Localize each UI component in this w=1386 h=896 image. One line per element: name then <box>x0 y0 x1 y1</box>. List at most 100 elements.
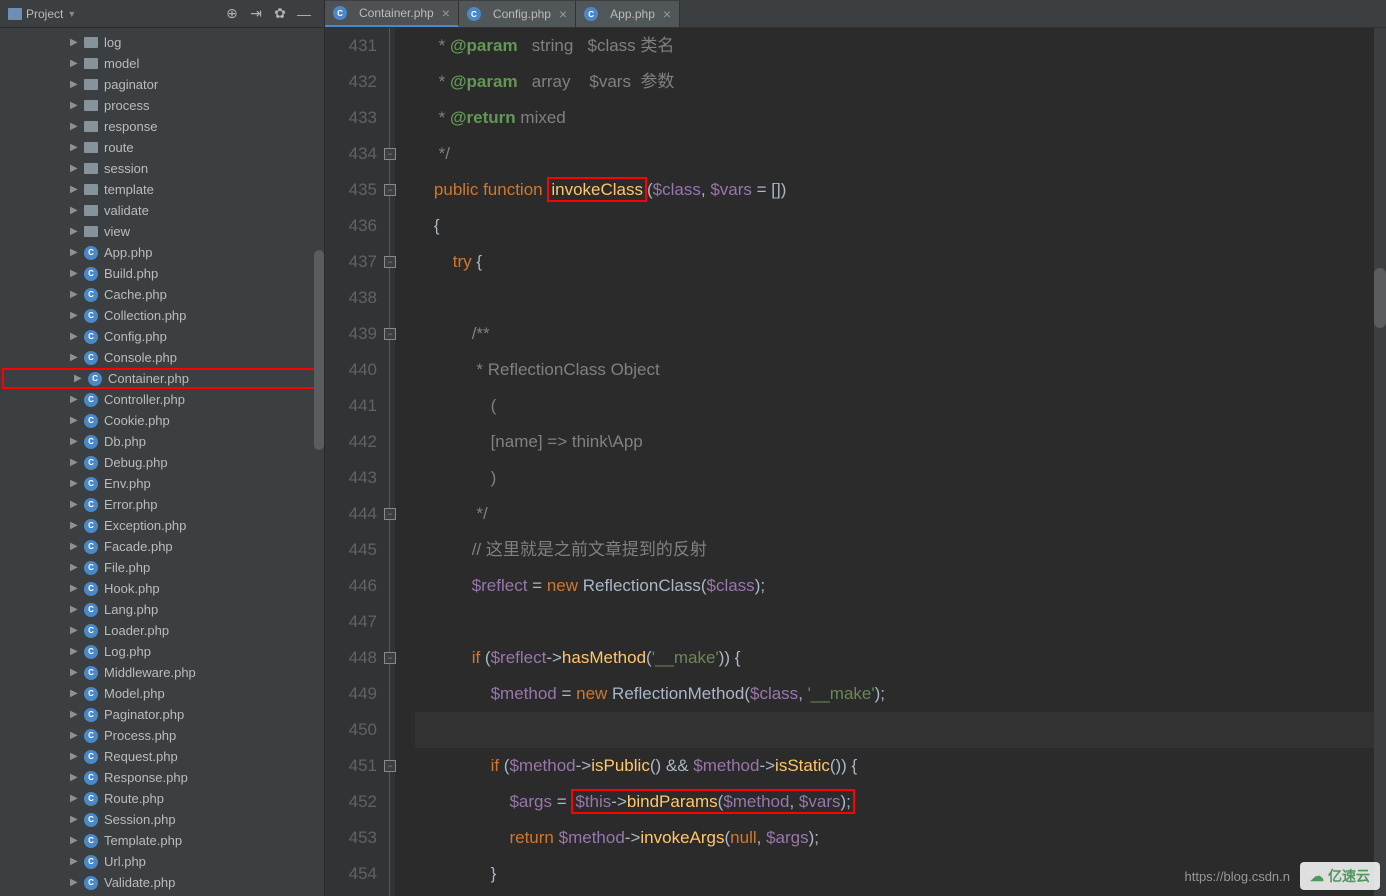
chevron-right-icon: ▶ <box>70 562 80 573</box>
line-number: 450 <box>325 712 377 748</box>
folder-icon <box>84 142 98 153</box>
folder-icon <box>84 100 98 111</box>
tree-folder[interactable]: ▶route <box>0 137 324 158</box>
code-line[interactable]: $args = $this->bindParams($method, $vars… <box>415 784 1386 820</box>
tree-file[interactable]: ▶CApp.php <box>0 242 324 263</box>
code-line[interactable]: * @return mixed <box>415 100 1386 136</box>
php-icon: C <box>84 435 98 449</box>
code-line[interactable]: */ <box>415 136 1386 172</box>
close-icon[interactable]: × <box>559 6 567 22</box>
editor-tab[interactable]: CApp.php× <box>576 1 680 27</box>
php-icon: C <box>88 372 102 386</box>
code-line[interactable]: public function invokeClass($class, $var… <box>415 172 1386 208</box>
tree-file[interactable]: ▶CCollection.php <box>0 305 324 326</box>
line-number: 447 <box>325 604 377 640</box>
tree-file[interactable]: ▶CBuild.php <box>0 263 324 284</box>
tree-folder[interactable]: ▶log <box>0 32 324 53</box>
tree-file[interactable]: ▶CPaginator.php <box>0 704 324 725</box>
folder-icon <box>84 205 98 216</box>
gear-icon[interactable]: ✿ <box>272 6 288 22</box>
code-line[interactable] <box>415 712 1386 748</box>
code-line[interactable]: * @param array $vars 参数 <box>415 64 1386 100</box>
collapse-icon[interactable]: ⇥ <box>248 6 264 22</box>
tree-file[interactable]: ▶CProcess.php <box>0 725 324 746</box>
code-line[interactable]: /** <box>415 316 1386 352</box>
code-line[interactable] <box>415 604 1386 640</box>
tree-file[interactable]: ▶CValidate.php <box>0 872 324 893</box>
tree-file[interactable]: ▶CEnv.php <box>0 473 324 494</box>
code-editor[interactable]: 4314324334344354364374384394404414424434… <box>325 28 1386 896</box>
tree-file[interactable]: ▶CContainer.php <box>2 368 322 389</box>
editor-tab[interactable]: CConfig.php× <box>459 1 576 27</box>
php-icon: C <box>84 729 98 743</box>
tree-folder[interactable]: ▶view <box>0 221 324 242</box>
line-number: 452 <box>325 784 377 820</box>
tree-file[interactable]: ▶CResponse.php <box>0 767 324 788</box>
tree-item-label: Hook.php <box>104 581 160 596</box>
tree-file[interactable]: ▶CRequest.php <box>0 746 324 767</box>
tree-folder[interactable]: ▶process <box>0 95 324 116</box>
code-line[interactable]: try { <box>415 244 1386 280</box>
code-line[interactable]: return $method->invokeArgs(null, $args); <box>415 820 1386 856</box>
tree-file[interactable]: ▶CCache.php <box>0 284 324 305</box>
close-icon[interactable]: × <box>442 5 450 21</box>
minimize-icon[interactable]: — <box>296 6 312 22</box>
tree-file[interactable]: ▶CConfig.php <box>0 326 324 347</box>
tree-folder[interactable]: ▶template <box>0 179 324 200</box>
tree-folder[interactable]: ▶validate <box>0 200 324 221</box>
code-line[interactable]: if ($method->isPublic() && $method->isSt… <box>415 748 1386 784</box>
tree-folder[interactable]: ▶session <box>0 158 324 179</box>
line-number: 436 <box>325 208 377 244</box>
code-line[interactable]: * ReflectionClass Object <box>415 352 1386 388</box>
tree-file[interactable]: ▶CController.php <box>0 389 324 410</box>
project-dropdown[interactable]: Project ▼ <box>8 7 76 21</box>
tree-file[interactable]: ▶CCookie.php <box>0 410 324 431</box>
tree-item-label: Process.php <box>104 728 176 743</box>
tree-file[interactable]: ▶CDebug.php <box>0 452 324 473</box>
line-number: 442 <box>325 424 377 460</box>
tree-file[interactable]: ▶CMiddleware.php <box>0 662 324 683</box>
tree-scrollbar-thumb[interactable] <box>314 250 324 450</box>
code-line[interactable]: */ <box>415 496 1386 532</box>
tree-file[interactable]: ▶CLog.php <box>0 641 324 662</box>
code-line[interactable]: if ($reflect->hasMethod('__make')) { <box>415 640 1386 676</box>
code-line[interactable]: * @param string $class 类名 <box>415 28 1386 64</box>
php-icon: C <box>584 7 598 21</box>
code-line[interactable] <box>415 280 1386 316</box>
code-line[interactable]: $reflect = new ReflectionClass($class); <box>415 568 1386 604</box>
close-icon[interactable]: × <box>663 6 671 22</box>
tree-file[interactable]: ▶CUrl.php <box>0 851 324 872</box>
tree-folder[interactable]: ▶response <box>0 116 324 137</box>
target-icon[interactable]: ⊕ <box>224 6 240 22</box>
code-line[interactable]: ) <box>415 460 1386 496</box>
code-line[interactable]: { <box>415 208 1386 244</box>
tree-file[interactable]: ▶CFile.php <box>0 557 324 578</box>
code-line[interactable]: ( <box>415 388 1386 424</box>
tree-file[interactable]: ▶CTemplate.php <box>0 830 324 851</box>
tree-file[interactable]: ▶CModel.php <box>0 683 324 704</box>
tree-item-label: session <box>104 161 148 176</box>
chevron-right-icon: ▶ <box>70 184 80 195</box>
tree-file[interactable]: ▶CException.php <box>0 515 324 536</box>
tree-file[interactable]: ▶CDb.php <box>0 431 324 452</box>
tree-file[interactable]: ▶CSession.php <box>0 809 324 830</box>
tree-file[interactable]: ▶CError.php <box>0 494 324 515</box>
project-tree[interactable]: ▶log▶model▶paginator▶process▶response▶ro… <box>0 28 324 896</box>
editor-scrollbar-thumb[interactable] <box>1374 268 1386 328</box>
code-line[interactable]: [name] => think\App <box>415 424 1386 460</box>
editor-tab[interactable]: CContainer.php× <box>325 1 459 27</box>
tree-file[interactable]: ▶CLang.php <box>0 599 324 620</box>
tree-folder[interactable]: ▶paginator <box>0 74 324 95</box>
tree-file[interactable]: ▶CConsole.php <box>0 347 324 368</box>
code-line[interactable]: $method = new ReflectionMethod($class, '… <box>415 676 1386 712</box>
code-line[interactable]: // 这里就是之前文章提到的反射 <box>415 532 1386 568</box>
editor-scrollbar[interactable] <box>1374 28 1386 896</box>
tree-file[interactable]: ▶CLoader.php <box>0 620 324 641</box>
tree-file[interactable]: ▶CRoute.php <box>0 788 324 809</box>
tree-folder[interactable]: ▶model <box>0 53 324 74</box>
tree-file[interactable]: ▶CFacade.php <box>0 536 324 557</box>
tree-file[interactable]: ▶CHook.php <box>0 578 324 599</box>
chevron-right-icon: ▶ <box>70 121 80 132</box>
tree-scrollbar[interactable] <box>314 28 324 896</box>
code-content[interactable]: * @param string $class 类名 * @param array… <box>395 28 1386 896</box>
